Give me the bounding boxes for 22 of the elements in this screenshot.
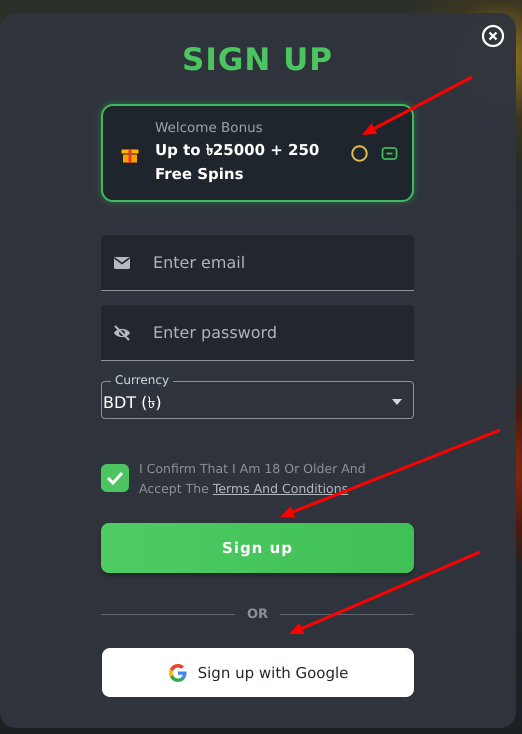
email-field[interactable]: Enter email <box>101 235 414 291</box>
password-field[interactable]: Enter password <box>101 305 414 361</box>
check-icon <box>106 471 124 485</box>
divider-label: OR <box>246 607 268 622</box>
envelope-icon <box>113 254 131 272</box>
google-icon <box>168 662 188 682</box>
terms-link[interactable]: Terms And Conditions <box>212 481 348 496</box>
consent-text: I Confirm That I Am 18 Or Older And Accept The Terms And Conditions <box>139 460 367 498</box>
currency-label: Currency <box>111 372 174 388</box>
collapse-icon[interactable] <box>381 144 398 162</box>
gift-icon <box>119 142 141 164</box>
bonus-label: Welcome Bonus <box>155 120 264 136</box>
ring-icon <box>351 144 368 162</box>
google-signup-button[interactable]: Sign up with Google <box>102 648 414 697</box>
bonus-card[interactable]: Welcome Bonus Up to ৳25000 + 250 Free Spins <box>101 104 414 202</box>
currency-value: BDT (৳) <box>103 392 162 414</box>
bonus-text: Up to ৳25000 + 250 Free Spins <box>155 140 320 185</box>
dialog-title: SIGN UP <box>181 43 334 77</box>
consent-checkbox[interactable] <box>101 464 129 492</box>
close-icon[interactable] <box>481 24 505 48</box>
caret-icon <box>392 399 402 405</box>
hidden-eye-icon <box>113 324 131 342</box>
